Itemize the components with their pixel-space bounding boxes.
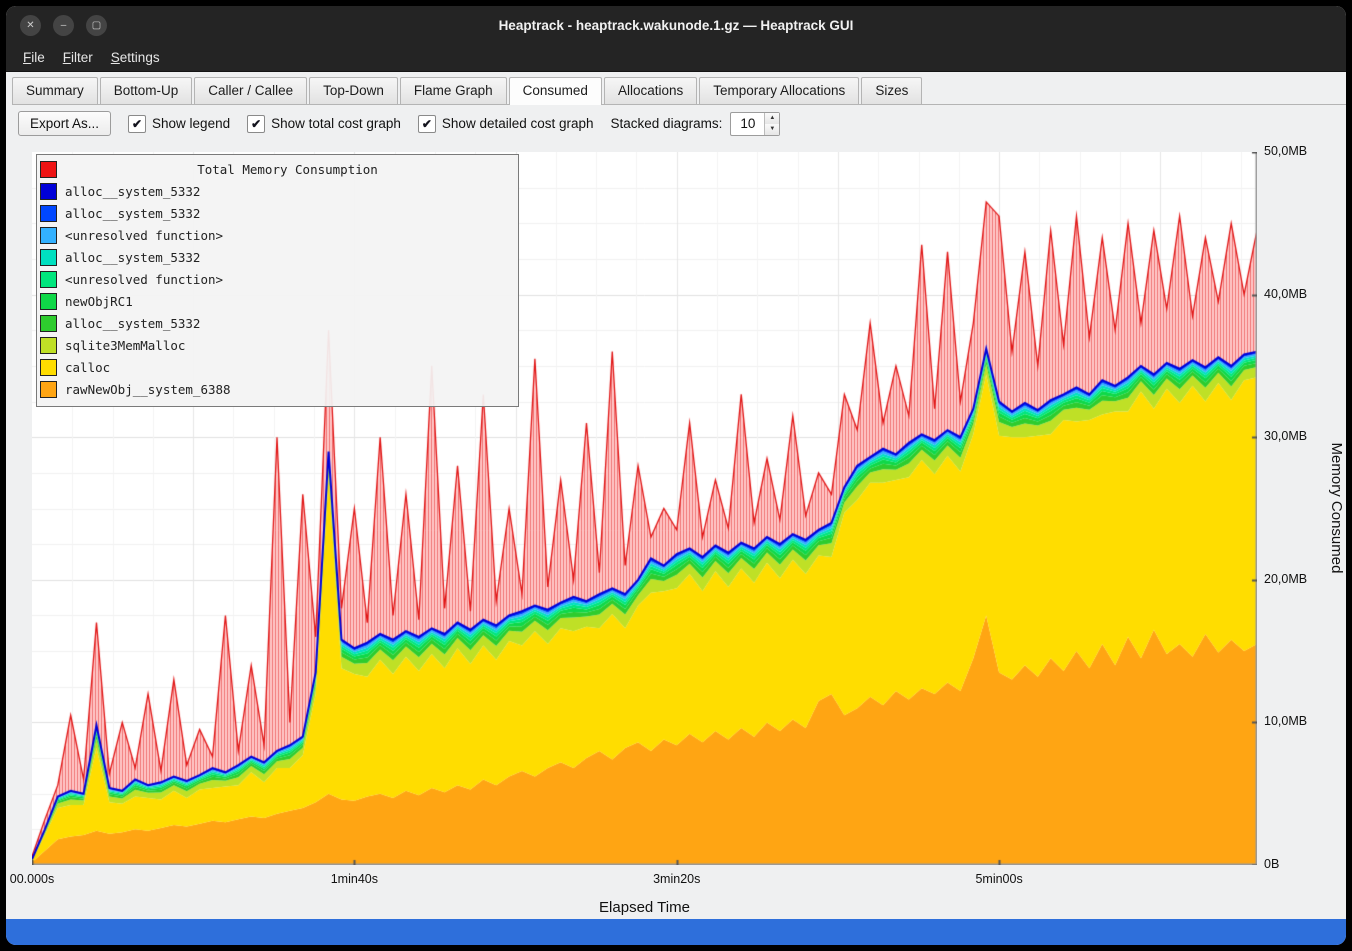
stacked-diagrams-value[interactable]: 10 [731,113,764,135]
checkbox-label: Show total cost graph [271,116,401,131]
y-tick-label: 50,0MB [1264,144,1307,158]
y-axis-label: Memory Consumed [1328,443,1345,574]
bottom-bar [6,919,1346,945]
legend-entry: alloc__system_5332 [40,180,510,202]
window-controls: ✕–▢ [20,15,107,36]
chart-legend: Total Memory Consumption alloc__system_5… [36,154,519,407]
x-tick-label: 3min20s [632,872,722,886]
legend-entry: <unresolved function> [40,224,510,246]
tab-temporary-allocations[interactable]: Temporary Allocations [699,77,859,104]
y-tick-label: 30,0MB [1264,429,1307,443]
legend-label: calloc [65,360,110,375]
close-button[interactable]: ✕ [20,15,41,36]
legend-swatch [40,227,57,244]
legend-swatch [40,249,57,266]
legend-swatch [40,337,57,354]
x-tick-label: 00.000s [6,872,77,886]
tab-top-down[interactable]: Top-Down [309,77,398,104]
tab-allocations[interactable]: Allocations [604,77,697,104]
tab-bar: SummaryBottom-UpCaller / CalleeTop-DownF… [12,77,1346,105]
legend-swatch [40,359,57,376]
heaptrack-window: ✕–▢ Heaptrack - heaptrack.wakunode.1.gz … [6,6,1346,945]
menu-file[interactable]: File [14,47,54,68]
stacked-diagrams-label: Stacked diagrams: [611,116,723,131]
legend-label: <unresolved function> [65,272,223,287]
stacked-diagrams-control: Stacked diagrams: 10 ▲ ▼ [611,112,781,136]
legend-label: alloc__system_5332 [65,250,200,265]
legend-entry: alloc__system_5332 [40,312,510,334]
export-as-button[interactable]: Export As... [18,111,111,136]
legend-swatch [40,271,57,288]
legend-entry: rawNewObj__system_6388 [40,378,510,400]
spin-up-icon[interactable]: ▲ [765,113,779,124]
menu-settings[interactable]: Settings [102,47,169,68]
tab-flame-graph[interactable]: Flame Graph [400,77,507,104]
legend-entry: newObjRC1 [40,290,510,312]
legend-swatch [40,315,57,332]
legend-entry: alloc__system_5332 [40,202,510,224]
legend-title-row: Total Memory Consumption [40,158,510,180]
window-title: Heaptrack - heaptrack.wakunode.1.gz — He… [6,18,1346,33]
maximize-button[interactable]: ▢ [86,15,107,36]
legend-entry: <unresolved function> [40,268,510,290]
tab-sizes[interactable]: Sizes [861,77,922,104]
y-tick-label: 20,0MB [1264,572,1307,586]
consumed-chart-area: Total Memory Consumption alloc__system_5… [6,142,1346,924]
legend-swatch [40,381,57,398]
legend-label: <unresolved function> [65,228,223,243]
legend-label: newObjRC1 [65,294,133,309]
x-tick-label: 1min40s [309,872,399,886]
checkbox-icon: ✔ [128,115,146,133]
checkbox-show-detailed-cost-graph[interactable]: ✔ Show detailed cost graph [418,115,594,133]
legend-swatch [40,293,57,310]
title-bar: ✕–▢ Heaptrack - heaptrack.wakunode.1.gz … [6,6,1346,44]
legend-entry: sqlite3MemMalloc [40,334,510,356]
spin-buttons: ▲ ▼ [764,113,779,135]
legend-total-swatch [40,161,57,178]
stacked-diagrams-spinbox: 10 ▲ ▼ [730,112,780,136]
legend-entry: calloc [40,356,510,378]
legend-title: Total Memory Consumption [65,162,510,177]
checkbox-icon: ✔ [418,115,436,133]
spin-down-icon[interactable]: ▼ [765,124,779,135]
minimize-button[interactable]: – [53,15,74,36]
checkbox-icon: ✔ [247,115,265,133]
legend-label: alloc__system_5332 [65,184,200,199]
x-tick-label: 5min00s [954,872,1044,886]
legend-label: alloc__system_5332 [65,206,200,221]
legend-label: rawNewObj__system_6388 [65,382,231,397]
y-tick-label: 0B [1264,857,1279,871]
checkbox-group: ✔ Show legend ✔ Show total cost graph ✔ Show … [128,115,594,133]
tab-bottom-up[interactable]: Bottom-Up [100,77,193,104]
legend-swatch [40,183,57,200]
toolbar: Export As... ✔ Show legend ✔ Show total cos… [6,105,1346,142]
tab-summary[interactable]: Summary [12,77,98,104]
tab-caller-callee[interactable]: Caller / Callee [194,77,307,104]
legend-swatch [40,205,57,222]
menu-bar: FileFilterSettings [6,44,1346,72]
checkbox-show-legend[interactable]: ✔ Show legend [128,115,230,133]
x-axis-label: Elapsed Time [32,899,1257,916]
checkbox-label: Show detailed cost graph [442,116,594,131]
y-tick-label: 10,0MB [1264,714,1307,728]
checkbox-show-total-cost-graph[interactable]: ✔ Show total cost graph [247,115,401,133]
legend-label: alloc__system_5332 [65,316,200,331]
menu-filter[interactable]: Filter [54,47,102,68]
legend-entry: alloc__system_5332 [40,246,510,268]
checkbox-label: Show legend [152,116,230,131]
y-tick-label: 40,0MB [1264,287,1307,301]
legend-label: sqlite3MemMalloc [65,338,185,353]
tab-consumed[interactable]: Consumed [509,77,602,105]
